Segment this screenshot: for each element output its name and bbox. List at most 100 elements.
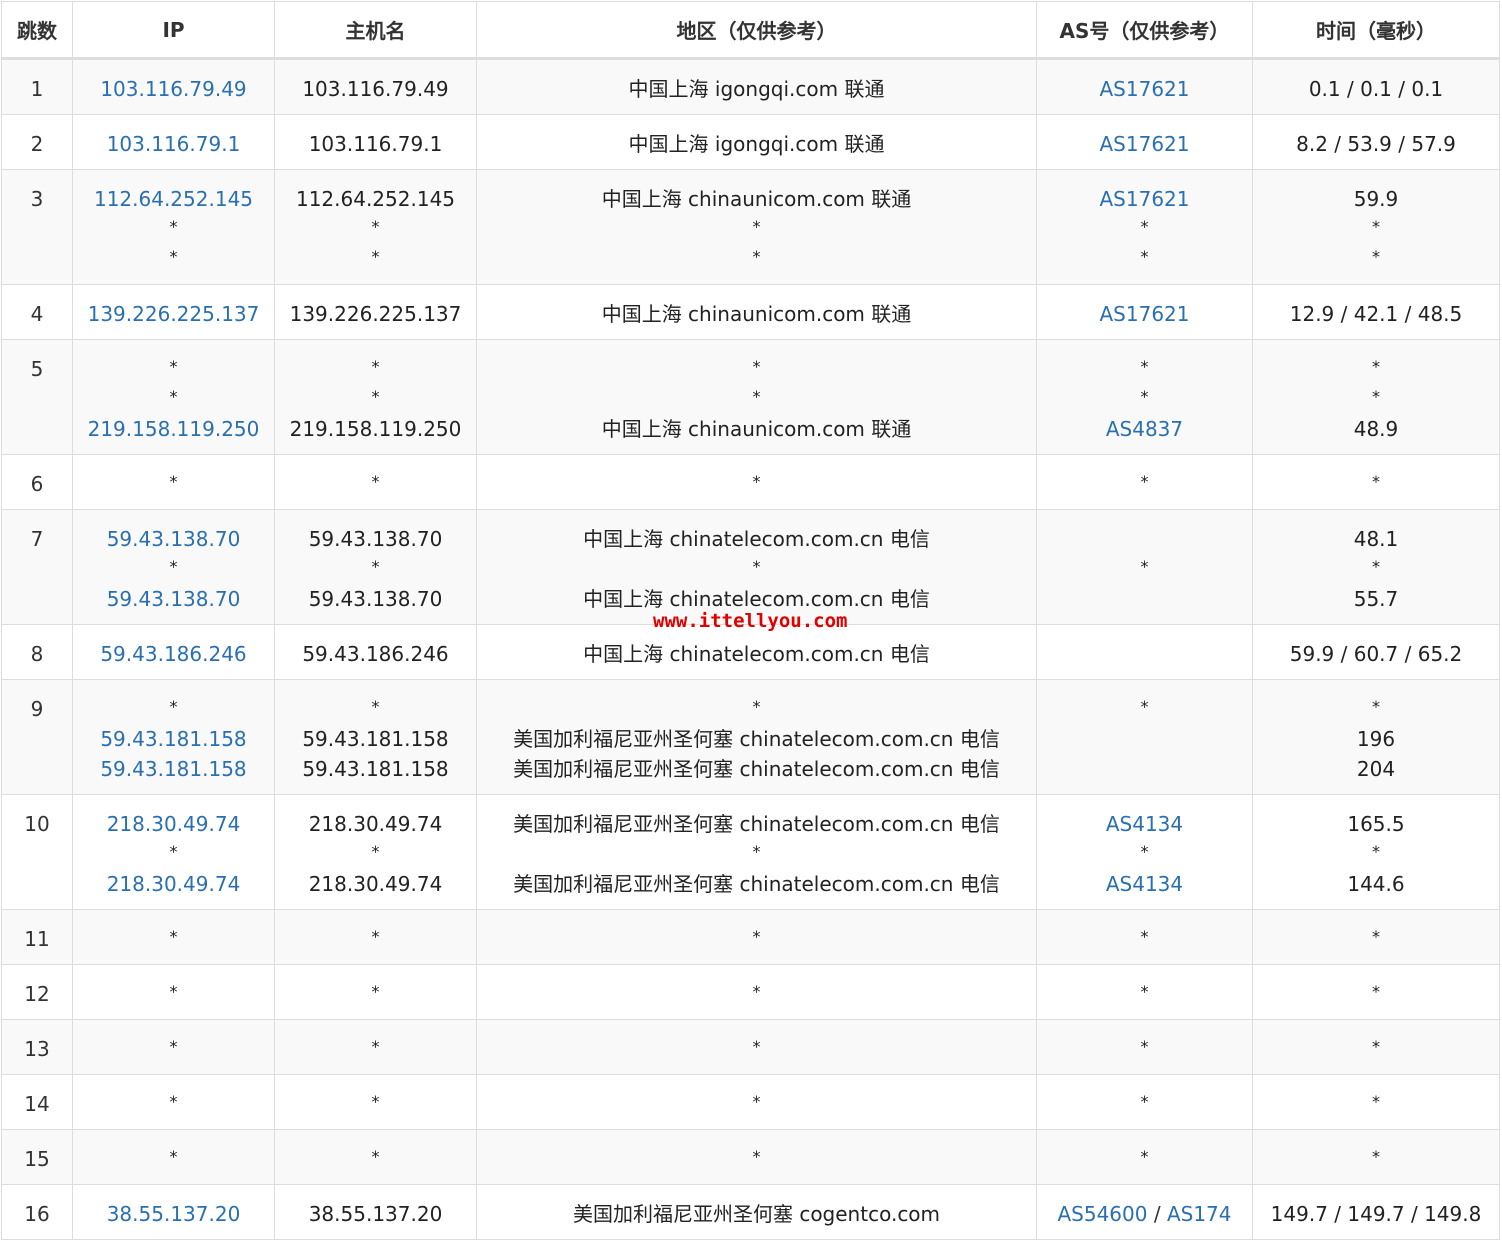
time-cell: 12.9 / 42.1 / 48.5 [1252,284,1500,340]
hop-number: 12 [1,964,73,1020]
ip-link[interactable]: 219.158.119.250 [77,414,270,444]
as-link[interactable]: AS17621 [1100,302,1190,326]
as-link[interactable]: AS4134 [1106,872,1183,896]
hostname-cell-line: 112.64.252.145 [295,187,456,211]
ip-link[interactable]: 59.43.138.70 [77,584,270,614]
header-as: AS号（仅供参考） [1036,1,1253,60]
region-cell: 美国加利福尼亚州圣何塞 chinatelecom.com.cn 电信 * 美国加利福… [476,794,1037,910]
time-cell-line: 59.9 [1353,187,1399,211]
as-cell: * * AS4837 [1036,339,1253,455]
as-link[interactable]: AS4837 [1106,417,1183,441]
time-cell-line: 48.1 [1353,527,1399,551]
time-cell-line: 59.9 / 60.7 / 65.2 [1289,642,1463,666]
ip-link[interactable]: 139.226.225.137 [77,299,270,329]
as-link[interactable]: AS174 [1167,1202,1232,1226]
hostname-cell-line: 218.30.49.74 [308,812,443,836]
ip-link[interactable]: 218.30.49.74 [77,809,270,839]
no-response-marker: * [1140,927,1149,946]
ip-link[interactable]: 218.30.49.74 [77,869,270,899]
no-response-marker: * [752,557,761,576]
no-response-marker: * [752,927,761,946]
time-cell: * [1252,909,1500,965]
as-cell: AS17621 [1036,58,1253,115]
time-cell: 149.7 / 149.7 / 149.8 [1252,1184,1500,1240]
no-response-marker: * [1140,217,1149,236]
hostname-cell-line: 219.158.119.250 [289,417,462,441]
ip-link[interactable]: 59.43.181.158 [77,724,270,754]
ip-cell: * [72,1074,275,1130]
hop-number: 6 [1,454,73,510]
hostname-cell: * [274,964,477,1020]
no-response-marker: * [371,927,380,946]
no-response-marker: * [371,1037,380,1056]
no-response-marker: * [371,982,380,1001]
region-cell-line: 中国上海 chinatelecom.com.cn 电信 [583,527,930,551]
as-cell: * [1036,1129,1253,1185]
no-response-marker: * [752,1037,761,1056]
table-row: 2 103.116.79.1 103.116.79.1 中国上海 igongqi.co… [1,114,1500,170]
hostname-cell: 103.116.79.49 [274,58,477,115]
as-link[interactable]: AS4134 [1106,812,1183,836]
time-cell: 59.9 * * [1252,169,1500,285]
as-line: AS17621 [1041,129,1248,159]
as-separator: / [1147,1202,1167,1226]
as-line: AS4837 [1041,414,1248,444]
table-row: 5 * * 219.158.119.250 * * 219.158.119.250 * * 中国上… [1,339,1500,455]
as-link[interactable]: AS17621 [1100,77,1190,101]
no-response-marker: * [371,557,380,576]
as-link[interactable]: AS54600 [1057,1202,1147,1226]
hop-number: 10 [1,794,73,910]
ip-link[interactable]: 103.116.79.49 [77,74,270,104]
ip-link[interactable]: 59.43.186.246 [77,639,270,669]
time-cell-line: 8.2 / 53.9 / 57.9 [1296,132,1456,156]
no-response-marker: * [1372,1147,1380,1166]
no-response-marker: * [752,472,761,491]
ip-link[interactable]: 59.43.181.158 [77,754,270,784]
as-link[interactable]: AS17621 [1100,132,1190,156]
hop-value: 10 [24,812,50,836]
hostname-cell-line: 59.43.138.70 [308,527,443,551]
table-row: 9 * 59.43.181.158 59.43.181.158 * 59.43.181.1… [1,679,1500,795]
as-cell: * [1036,964,1253,1020]
hop-number: 16 [1,1184,73,1240]
no-response-marker: * [169,472,178,491]
time-cell-line: 0.1 / 0.1 / 0.1 [1308,77,1444,101]
region-cell: 中国上海 igongqi.com 联通 [476,58,1037,115]
no-response-marker: * [169,1147,178,1166]
region-cell-line: 中国上海 chinatelecom.com.cn 电信 [583,642,930,666]
hostname-cell: * [274,454,477,510]
no-response-marker: * [1140,247,1149,266]
table-row: 4 139.226.225.137 139.226.225.137 中国上海 chin… [1,284,1500,340]
hop-value: 12 [24,982,50,1006]
no-response-marker: * [1372,1092,1380,1111]
as-line: AS4134 [1041,869,1248,899]
time-cell-line: 165.5 [1347,812,1405,836]
no-response-marker: * [752,982,761,1001]
ip-link[interactable]: 38.55.137.20 [77,1199,270,1229]
region-cell-line: 中国上海 chinaunicom.com 联通 [601,417,912,441]
time-cell: 59.9 / 60.7 / 65.2 [1252,624,1500,680]
table-row: 14 * * * * * [1,1074,1500,1130]
as-cell: * [1036,454,1253,510]
region-cell-line: 美国加利福尼亚州圣何塞 chinatelecom.com.cn 电信 [513,757,1000,781]
no-response-marker: * [169,247,178,266]
as-cell-line [1041,584,1248,614]
no-response-marker: * [1140,357,1149,376]
ip-link[interactable]: 112.64.252.145 [77,184,270,214]
region-cell-line: 美国加利福尼亚州圣何塞 cogentco.com [572,1202,941,1226]
no-response-marker: * [371,1092,380,1111]
region-cell: * [476,1129,1037,1185]
as-cell: AS17621 [1036,284,1253,340]
as-link[interactable]: AS17621 [1100,187,1190,211]
ip-link[interactable]: 59.43.138.70 [77,524,270,554]
no-response-marker: * [169,697,178,716]
region-cell-line: 中国上海 igongqi.com 联通 [628,77,885,101]
ip-cell: * [72,454,275,510]
table-row: 15 * * * * * [1,1129,1500,1185]
no-response-marker: * [752,387,761,406]
ip-link[interactable]: 103.116.79.1 [77,129,270,159]
no-response-marker: * [1140,472,1149,491]
hop-value: 6 [30,472,44,496]
hostname-cell: 103.116.79.1 [274,114,477,170]
no-response-marker: * [1372,982,1380,1001]
